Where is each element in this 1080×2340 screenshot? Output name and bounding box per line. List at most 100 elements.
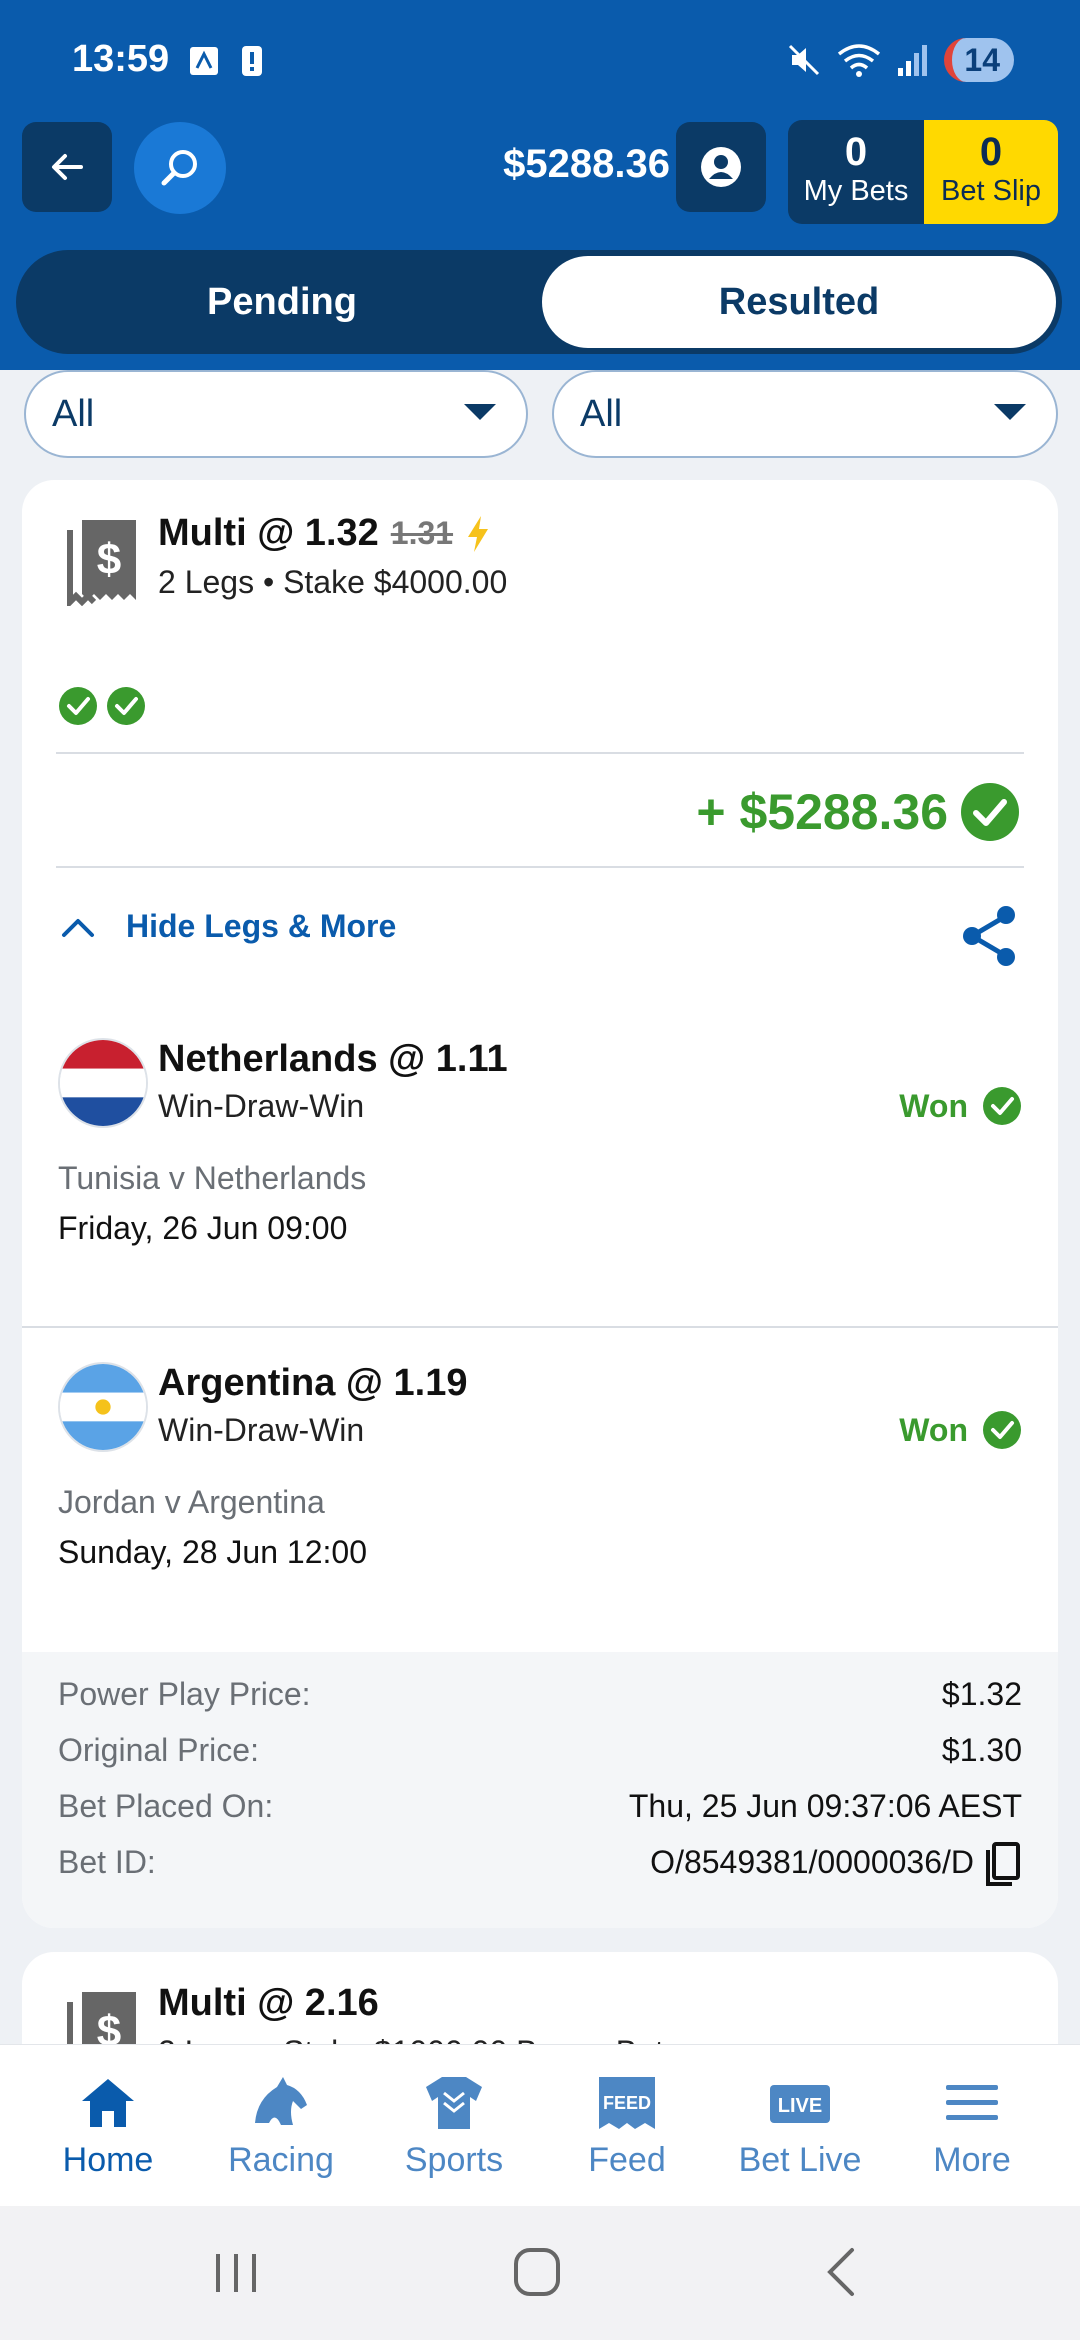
nav-more-label: More <box>933 2141 1011 2179</box>
leg-event: Tunisia v Netherlands <box>58 1160 367 1196</box>
detail-row: Bet Placed On: Thu, 25 Jun 09:37:06 AEST <box>58 1788 1022 1832</box>
divider <box>56 752 1024 754</box>
bet-leg: Argentina @ 1.19 Win-Draw-Win Won Jordan… <box>22 1362 1058 1682</box>
detail-row: Bet ID: O/8549381/0000036/D <box>58 1842 1022 1888</box>
bet-slip-count: 0 <box>979 130 1003 174</box>
system-navigation-bar <box>0 2206 1080 2340</box>
leg-result: Won <box>899 1410 1022 1450</box>
leg-date: Sunday, 28 Jun 12:00 <box>58 1534 367 1570</box>
divider <box>56 866 1024 868</box>
my-bets-count: 0 <box>844 130 868 174</box>
account-balance[interactable]: $5288.36 <box>470 142 670 187</box>
bet-title: Multi @ 1.32 1.31 <box>158 512 491 555</box>
bet-slip-label: Bet Slip <box>941 175 1041 207</box>
alert-notification-icon <box>242 46 262 76</box>
detail-label: Power Play Price: <box>58 1676 311 1712</box>
check-circle-icon <box>59 687 97 725</box>
bet-slip-button[interactable]: 0 Bet Slip <box>924 120 1058 224</box>
leg-status-indicators <box>58 686 146 726</box>
home-icon <box>82 2079 134 2127</box>
nav-sports-label: Sports <box>404 2141 504 2179</box>
chevron-up-icon <box>62 918 94 937</box>
my-bets-label: My Bets <box>803 175 909 207</box>
search-button[interactable] <box>134 122 226 214</box>
detail-value: $1.32 <box>941 1676 1022 1712</box>
divider <box>22 1326 1058 1328</box>
check-circle-icon <box>961 783 1019 841</box>
netherlands-flag-icon <box>58 1038 148 1128</box>
chevron-down-icon <box>994 404 1026 420</box>
check-circle-icon <box>107 687 145 725</box>
nav-more[interactable]: More <box>886 2071 1058 2180</box>
detail-value: $1.30 <box>941 1732 1022 1768</box>
search-icon <box>161 150 197 186</box>
lightning-bolt-icon <box>468 515 489 552</box>
tab-pending[interactable]: Pending <box>22 256 542 348</box>
share-icon[interactable] <box>958 904 1020 968</box>
payout-amount: + $5288.36 <box>696 784 948 840</box>
check-circle-icon <box>983 1087 1021 1125</box>
status-system-icons: 14 <box>786 38 1014 82</box>
bet-title: Multi @ 2.16 <box>158 1982 379 2024</box>
arrow-left-icon <box>52 154 83 180</box>
nav-bet-live[interactable]: LIVE Bet Live <box>714 2071 886 2180</box>
system-back-icon[interactable] <box>800 2242 880 2302</box>
receipt-icon: $ <box>67 520 136 606</box>
app-header: 13:59 14 $5288.36 0 My Bets 0 Bet Slip P… <box>0 0 1080 370</box>
leg-result-label: Won <box>899 1411 968 1448</box>
svg-text:LIVE: LIVE <box>778 2095 822 2117</box>
jersey-icon <box>426 2077 482 2129</box>
mute-icon <box>789 44 820 76</box>
detail-row: Original Price: $1.30 <box>58 1732 1022 1776</box>
hide-legs-toggle[interactable]: Hide Legs & More <box>60 908 396 945</box>
leg-event: Jordan v Argentina <box>58 1484 325 1520</box>
copy-icon[interactable] <box>980 1840 1022 1890</box>
svg-text:$: $ <box>97 535 121 584</box>
detail-label: Bet Placed On: <box>58 1788 274 1824</box>
filter-1-value: All <box>52 392 95 435</box>
leg-result: Won <box>899 1086 1022 1126</box>
status-time: 13:59 <box>72 38 170 80</box>
detail-value: Thu, 25 Jun 09:37:06 AEST <box>628 1788 1022 1824</box>
battery-indicator: 14 <box>944 38 1014 82</box>
top-toolbar: $5288.36 0 My Bets 0 Bet Slip <box>0 120 1080 250</box>
hide-legs-label: Hide Legs & More <box>126 908 397 944</box>
leg-market: Win-Draw-Win <box>158 1088 365 1124</box>
my-bets-button[interactable]: 0 My Bets <box>788 120 924 224</box>
bet-id-value: O/8549381/0000036/D <box>650 1844 974 1880</box>
check-circle-icon <box>983 1411 1021 1449</box>
status-notification-icons <box>188 44 268 78</box>
bet-old-price: 1.31 <box>390 515 454 551</box>
leg-title: Argentina @ 1.19 <box>158 1362 468 1404</box>
bet-payout: + $5288.36 <box>696 782 1020 842</box>
argentina-flag-icon <box>58 1362 148 1452</box>
user-icon <box>701 147 741 187</box>
account-button[interactable] <box>676 122 766 212</box>
horse-icon <box>255 2077 307 2125</box>
leg-date: Friday, 26 Jun 09:00 <box>58 1210 348 1246</box>
detail-label: Original Price: <box>58 1732 259 1768</box>
filter-dropdown-2[interactable]: All <box>552 370 1058 458</box>
app-notification-icon <box>190 47 218 75</box>
recent-apps-icon[interactable] <box>196 2242 276 2302</box>
menu-icon <box>946 2085 998 2120</box>
home-circle-icon[interactable] <box>496 2242 576 2302</box>
filter-dropdown-1[interactable]: All <box>24 370 528 458</box>
nav-home[interactable]: Home <box>22 2071 194 2180</box>
nav-feed[interactable]: FEED Feed <box>541 2071 713 2180</box>
back-button[interactable] <box>22 122 112 212</box>
chevron-down-icon <box>464 404 496 420</box>
bet-card: $ Multi @ 1.32 1.31 2 Legs • Stake $4000… <box>22 480 1058 1928</box>
nav-sports[interactable]: Sports <box>368 2071 540 2180</box>
nav-racing[interactable]: Racing <box>195 2071 367 2180</box>
signal-icon <box>898 45 928 76</box>
bets-status-tabs: Pending Resulted <box>16 250 1062 354</box>
svg-text:FEED: FEED <box>603 2093 651 2113</box>
detail-label: Bet ID: <box>58 1844 156 1880</box>
bottom-navigation: Home Racing Sports FEED Feed LIVE Bet Li… <box>0 2044 1080 2206</box>
wifi-icon <box>838 44 881 77</box>
bet-title-text: Multi @ 1.32 <box>158 512 379 554</box>
leg-title: Netherlands @ 1.11 <box>158 1038 508 1080</box>
tab-resulted[interactable]: Resulted <box>542 256 1056 348</box>
nav-racing-label: Racing <box>228 2141 334 2179</box>
